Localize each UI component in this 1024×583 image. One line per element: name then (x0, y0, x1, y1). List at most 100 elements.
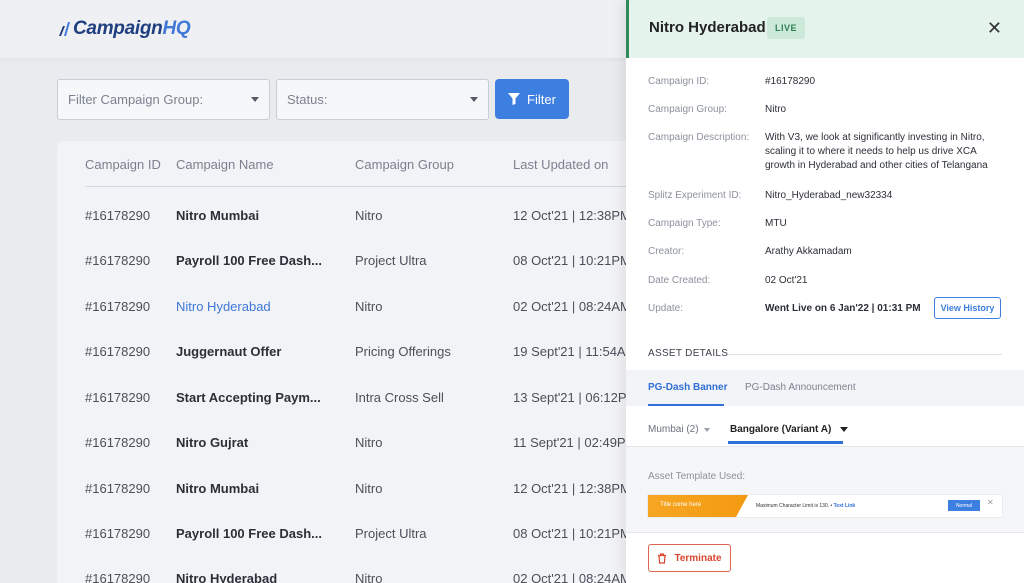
cell-group: Nitro (355, 299, 383, 314)
cell-updated: 12 Oct'21 | 12:38PM (513, 481, 631, 496)
status-badge: LIVE (767, 17, 806, 39)
sub-tab-bangalore[interactable]: Bangalore (Variant A) (730, 424, 849, 435)
logo-prefix: Campaign (73, 18, 163, 39)
update-value: Went Live on 6 Jan'22 | 01:31 PM (765, 303, 921, 314)
column-header-group[interactable]: Campaign Group (355, 157, 454, 172)
chevron-down-icon (470, 97, 478, 102)
status-filter[interactable]: Status: (276, 79, 489, 120)
drawer-header: Nitro Hyderabad LIVE ✕ (626, 0, 1024, 58)
banner-button: Normal (948, 500, 980, 511)
campaign-description-label: Campaign Description: (648, 132, 750, 143)
cell-name[interactable]: Nitro Mumbai (176, 208, 259, 223)
funnel-icon (508, 93, 521, 105)
trash-icon (658, 552, 667, 564)
cell-group: Nitro (355, 481, 383, 496)
cell-group: Nitro (355, 208, 383, 223)
table-row[interactable]: #16178290 Juggernaut Offer Pricing Offer… (85, 344, 645, 364)
banner-link: Text Link (833, 503, 856, 509)
drawer-footer: Terminate (626, 532, 1024, 583)
banner-preview: Title come here Maximum Character Limit … (648, 495, 1002, 517)
cell-name[interactable]: Nitro Hyderabad (176, 571, 277, 583)
chevron-down-icon (703, 427, 710, 432)
asset-tabs: PG-Dash Banner PG-Dash Announcement (626, 370, 1024, 406)
cell-id: #16178290 (85, 571, 151, 583)
column-header-updated[interactable]: Last Updated on (513, 157, 608, 172)
view-history-button[interactable]: View History (934, 297, 1001, 319)
cell-updated: 08 Oct'21 | 10:21PM (513, 526, 631, 541)
table-row[interactable]: #16178290 Nitro Gujrat Nitro 11 Sept'21 … (85, 435, 645, 455)
cell-updated: 12 Oct'21 | 12:38PM (513, 208, 631, 223)
chevron-down-icon (251, 97, 259, 102)
cell-updated: 11 Sept'21 | 02:49PM (513, 435, 637, 450)
filter-button-label: Filter (527, 91, 556, 107)
cell-name[interactable]: Nitro Mumbai (176, 481, 259, 496)
banner-title: Title come here (660, 502, 702, 508)
sub-tab-mumbai-label: Mumbai (2) (648, 424, 699, 435)
status-filter-placeholder: Status: (287, 92, 328, 107)
cell-name[interactable]: Start Accepting Paym... (176, 390, 321, 405)
filter-button[interactable]: Filter (495, 79, 569, 119)
active-sub-tab-indicator (728, 441, 843, 444)
table-row[interactable]: #16178290 Payroll 100 Free Dash... Proje… (85, 253, 645, 273)
cell-id: #16178290 (85, 435, 151, 450)
cell-name[interactable]: Nitro Gujrat (176, 435, 248, 450)
terminate-button-label: Terminate (674, 552, 722, 564)
cell-id: #16178290 (85, 526, 151, 541)
campaign-id-value: #16178290 (765, 76, 816, 87)
cell-group: Project Ultra (355, 253, 427, 268)
creator-value: Arathy Akkamadam (765, 246, 852, 257)
cell-id: #16178290 (85, 299, 151, 314)
asset-template-label: Asset Template Used: (648, 471, 746, 482)
date-created-label: Date Created: (648, 275, 711, 286)
chevron-down-icon (840, 427, 849, 432)
campaign-detail-drawer: Nitro Hyderabad LIVE ✕ Campaign ID: #161… (626, 0, 1024, 583)
splitz-experiment-label: Splitz Experiment ID: (648, 190, 742, 201)
table-row[interactable]: #16178290 Nitro Mumbai Nitro 12 Oct'21 |… (85, 481, 645, 501)
banner-close-icon: ✕ (987, 498, 994, 507)
cell-name[interactable]: Nitro Hyderabad (176, 299, 271, 314)
logo-suffix: HQ (162, 18, 191, 39)
campaign-id-label: Campaign ID: (648, 76, 710, 87)
table-row-selected[interactable]: #16178290 Nitro Hyderabad Nitro 02 Oct'2… (85, 299, 645, 319)
cell-id: #16178290 (85, 481, 151, 496)
table-row[interactable]: #16178290 Nitro Mumbai Nitro 12 Oct'21 |… (85, 208, 645, 228)
update-label: Update: (648, 303, 684, 314)
column-header-id[interactable]: Campaign ID (85, 157, 161, 172)
campaign-description-value: With V3, we look at significantly invest… (765, 132, 988, 171)
cell-updated: 13 Sept'21 | 06:12PM (513, 390, 638, 405)
tab-pg-dash-announcement[interactable]: PG-Dash Announcement (745, 382, 856, 393)
sub-tab-bangalore-label: Bangalore (Variant A) (730, 424, 832, 435)
cell-id: #16178290 (85, 344, 151, 359)
asset-details-heading: ASSET DETAILS (648, 348, 729, 359)
cell-updated: 19 Sept'21 | 11:54AM (513, 344, 637, 359)
cell-updated: 02 Oct'21 | 08:24AM (513, 571, 631, 583)
sub-tab-mumbai[interactable]: Mumbai (2) (648, 424, 710, 435)
splitz-experiment-value: Nitro_Hyderabad_new32334 (765, 190, 893, 201)
logo-mark-icon (59, 22, 70, 36)
cell-group: Nitro (355, 571, 383, 583)
column-header-name[interactable]: Campaign Name (176, 157, 274, 172)
banner-message: Maximum Character Limit is 130. (756, 503, 830, 509)
close-icon[interactable]: ✕ (987, 19, 1002, 37)
table-header: Campaign ID Campaign Name Campaign Group… (85, 157, 645, 187)
cell-updated: 08 Oct'21 | 10:21PM (513, 253, 631, 268)
cell-group: Pricing Offerings (355, 344, 451, 359)
cell-group: Nitro (355, 435, 383, 450)
table-row[interactable]: #16178290 Nitro Hyderabad Nitro 02 Oct'2… (85, 571, 645, 583)
campaign-group-filter[interactable]: Filter Campaign Group: (57, 79, 270, 120)
cell-name[interactable]: Payroll 100 Free Dash... (176, 526, 322, 541)
cell-id: #16178290 (85, 208, 151, 223)
asset-template-section: Asset Template Used: Title come here Max… (626, 446, 1024, 532)
cell-name[interactable]: Juggernaut Offer (176, 344, 281, 359)
cell-updated: 02 Oct'21 | 08:24AM (513, 299, 631, 314)
campaign-group-label: Campaign Group: (648, 104, 727, 115)
cell-name[interactable]: Payroll 100 Free Dash... (176, 253, 322, 268)
terminate-button[interactable]: Terminate (648, 544, 731, 572)
table-row[interactable]: #16178290 Payroll 100 Free Dash... Proje… (85, 526, 645, 546)
tab-pg-dash-banner[interactable]: PG-Dash Banner (648, 382, 727, 393)
table-row[interactable]: #16178290 Start Accepting Paym... Intra … (85, 390, 645, 410)
cell-group: Intra Cross Sell (355, 390, 444, 405)
section-divider (728, 354, 1002, 355)
campaign-type-label: Campaign Type: (648, 218, 721, 229)
app-logo[interactable]: CampaignHQ (57, 17, 191, 41)
